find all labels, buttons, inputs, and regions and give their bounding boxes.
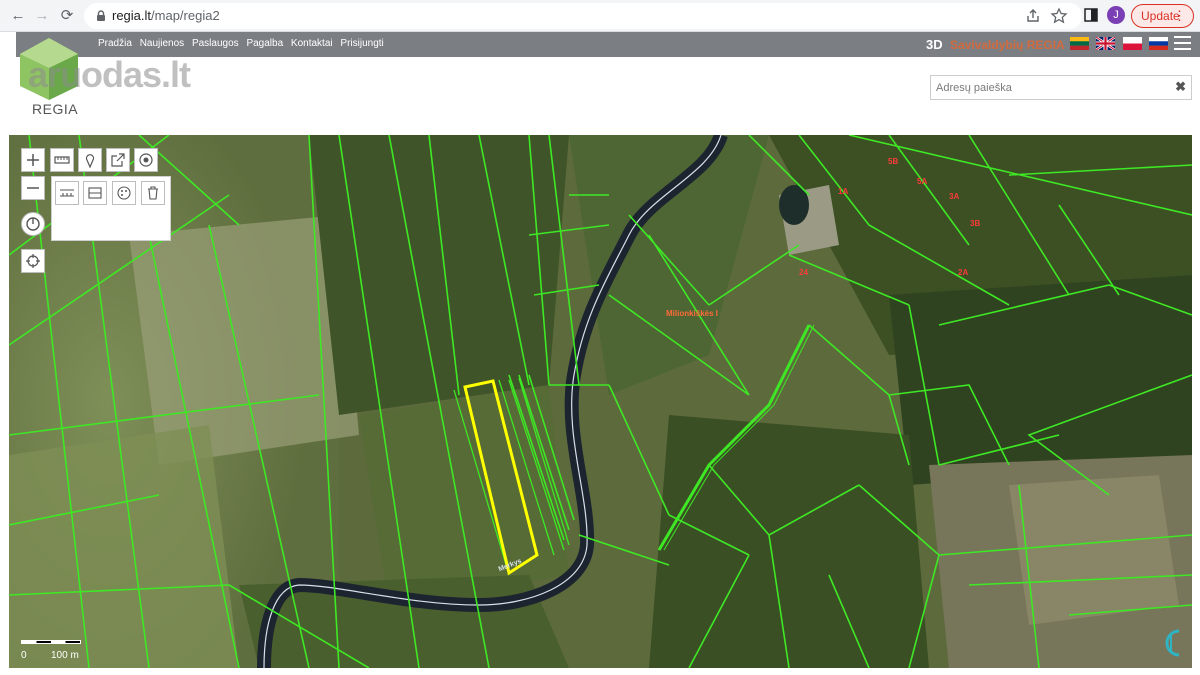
uk-flag-icon[interactable] — [1096, 37, 1116, 50]
power-icon — [26, 217, 40, 231]
trash-icon — [148, 186, 158, 200]
style-button[interactable] — [112, 181, 136, 205]
measure-length-icon — [60, 189, 74, 197]
pin-tool-button[interactable] — [78, 148, 102, 172]
nav-link-news[interactable]: Naujienos — [140, 38, 184, 49]
plot-label: 1A — [838, 187, 849, 196]
crosshair-icon — [26, 254, 40, 268]
ruler-icon — [54, 156, 70, 164]
main-nav: Pradžia Naujienos Paslaugos Pagalba Kont… — [98, 38, 389, 49]
russia-flag-icon[interactable] — [1149, 37, 1169, 50]
export-tool-button[interactable] — [106, 148, 130, 172]
side-panel-icon[interactable] — [1084, 8, 1098, 22]
clear-search-icon[interactable]: ✖ — [1175, 79, 1186, 95]
minus-icon — [27, 187, 39, 189]
poland-flag-icon[interactable] — [1122, 37, 1142, 50]
plot-label: 3B — [970, 219, 981, 228]
measure-area-icon — [88, 187, 102, 199]
logo-text: REGIA — [32, 101, 79, 117]
more-menu-icon: ⋮ — [1173, 8, 1186, 23]
address-bar[interactable]: regia.lt/map/regia2 — [84, 3, 1082, 29]
brand-3d-link[interactable]: 3D — [926, 37, 943, 52]
measure-tool-button[interactable] — [50, 148, 74, 172]
plot-label: 5A — [917, 177, 928, 186]
plot-label: 5B — [888, 157, 899, 166]
delete-button[interactable] — [141, 181, 165, 205]
hamburger-menu-icon[interactable] — [1174, 36, 1191, 52]
plus-icon — [27, 154, 39, 166]
nav-link-login[interactable]: Prisijungti — [340, 38, 383, 49]
place-label: Milionkiškės I — [666, 309, 719, 318]
address-search[interactable]: ✖ — [930, 75, 1192, 100]
url-text: regia.lt/map/regia2 — [112, 8, 220, 23]
language-switcher — [1070, 37, 1171, 55]
scale-end: 100 m — [51, 650, 79, 661]
map-viewport[interactable]: Merkys Milionkiškės I 2A 3B 3A 5A 5B 1A … — [9, 135, 1192, 668]
address-search-input[interactable] — [931, 76, 1161, 99]
nav-link-home[interactable]: Pradžia — [98, 38, 132, 49]
forward-arrow-icon[interactable]: → — [33, 7, 51, 25]
site-navbar: Pradžia Naujienos Paslaugos Pagalba Kont… — [16, 32, 1200, 57]
pin-icon — [85, 154, 95, 168]
satellite-map[interactable] — [9, 135, 1192, 668]
share-icon[interactable] — [1024, 7, 1042, 25]
target-tool-button[interactable] — [134, 148, 158, 172]
aruodas-watermark: aruodas.lt — [28, 54, 191, 95]
profile-avatar[interactable]: J — [1107, 6, 1125, 24]
update-button[interactable]: Update ⋮ — [1131, 4, 1194, 28]
brand-name: Savivaldybių REGIA — [950, 38, 1065, 52]
measure-area-button[interactable] — [83, 181, 107, 205]
url-path: /map/regia2 — [151, 8, 220, 23]
lock-icon — [97, 10, 105, 21]
back-arrow-icon[interactable]: ← — [9, 7, 27, 25]
bookmark-star-icon[interactable] — [1050, 7, 1068, 25]
browser-toolbar: ← → ⟳ regia.lt/map/regia2 J Update ⋮ — [0, 0, 1200, 32]
plot-label: 2A — [958, 268, 969, 277]
scale-start: 0 — [21, 650, 27, 661]
rotation-button[interactable] — [21, 212, 45, 236]
nav-link-help[interactable]: Pagalba — [246, 38, 283, 49]
nav-link-services[interactable]: Paslaugos — [192, 38, 239, 49]
nav-link-contacts[interactable]: Kontaktai — [291, 38, 333, 49]
plot-label: 3A — [949, 192, 960, 201]
export-icon — [111, 153, 125, 167]
measure-length-button[interactable] — [55, 181, 79, 205]
reload-icon[interactable]: ⟳ — [58, 7, 76, 25]
zoom-out-button[interactable] — [21, 176, 45, 200]
scale-bar: 0 100 m — [21, 640, 81, 661]
url-host: regia.lt — [112, 8, 152, 23]
target-icon — [139, 153, 153, 167]
lithuania-flag-icon[interactable] — [1070, 37, 1089, 50]
palette-icon — [117, 186, 131, 200]
scale-graphic — [21, 640, 81, 644]
zoom-in-button[interactable] — [21, 148, 45, 172]
plot-label: 24 — [799, 268, 808, 277]
regia-map-logo-icon — [1165, 629, 1180, 657]
locate-button[interactable] — [21, 249, 45, 273]
